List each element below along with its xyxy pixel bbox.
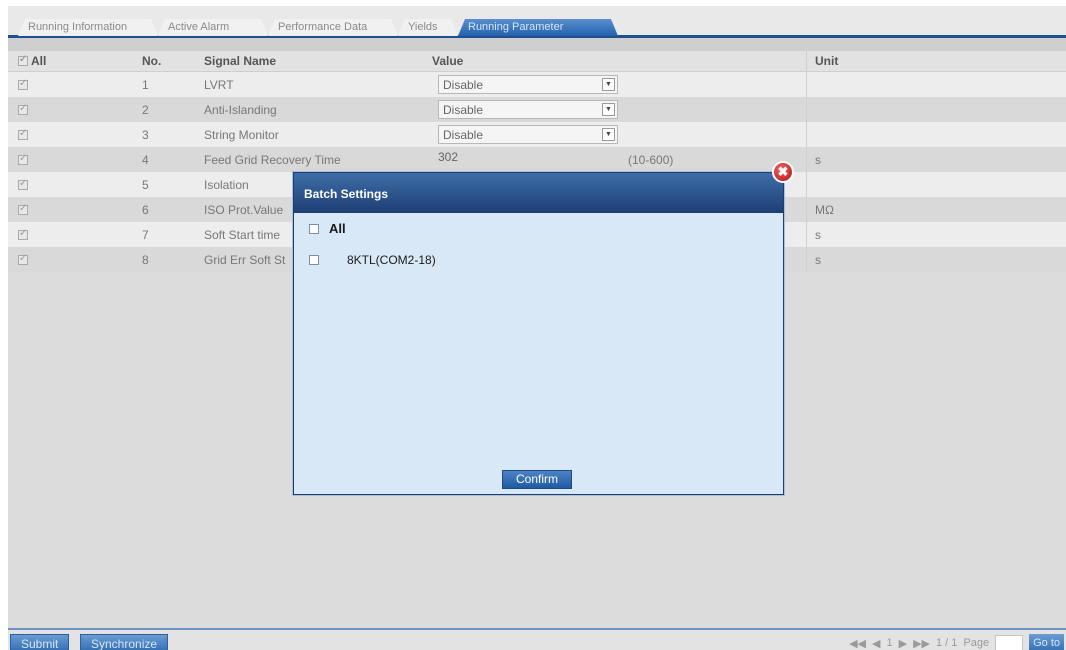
row-checkbox[interactable] [18, 128, 28, 140]
chevron-down-icon[interactable]: ▼ [602, 128, 615, 141]
row-no: 4 [142, 152, 149, 167]
row-no: 8 [142, 252, 149, 267]
submit-button[interactable]: Submit [10, 634, 70, 650]
row-signal-name: String Monitor [204, 127, 279, 142]
table-row: 1 LVRT Disable ▼ [8, 72, 1066, 97]
value-input[interactable]: 302 [438, 150, 458, 164]
table-header: All No. Signal Name Value Unit [8, 51, 1066, 72]
value-select-text: Disable [443, 127, 484, 142]
row-signal-name: ISO Prot.Value [204, 202, 284, 217]
tab-bar: Running Information Active Alarm Perform… [8, 6, 1066, 38]
row-unit: MΩ [806, 197, 1066, 222]
row-checkbox[interactable] [18, 253, 28, 265]
pager: ◀◀ ◀ 1 ▶ ▶▶ 1 / 1 Page Go to [843, 634, 1064, 650]
page-input[interactable] [995, 635, 1024, 650]
next-page-icon[interactable]: ▶ [899, 637, 907, 650]
row-unit: s [806, 222, 1066, 247]
tab-yields[interactable]: Yields [398, 19, 458, 36]
dialog-all-label: All [329, 221, 346, 236]
tab-running-information[interactable]: Running Information [18, 19, 158, 36]
row-no: 7 [142, 227, 149, 242]
header-all-label: All [31, 54, 47, 68]
dialog-title: Batch Settings [294, 173, 783, 213]
header-no: No. [142, 54, 162, 68]
tab-running-parameter[interactable]: Running Parameter [458, 19, 618, 36]
value-select[interactable]: Disable ▼ [438, 125, 618, 144]
goto-button[interactable]: Go to [1029, 634, 1064, 650]
confirm-button[interactable]: Confirm [502, 470, 572, 489]
last-page-icon[interactable]: ▶▶ [913, 637, 930, 650]
row-checkbox[interactable] [18, 228, 28, 240]
page-count: 1 / 1 [935, 637, 958, 649]
tab-performance-data[interactable]: Performance Data [268, 19, 398, 36]
prev-page-icon[interactable]: ◀ [872, 637, 880, 650]
table-row: 2 Anti-Islanding Disable ▼ [8, 97, 1066, 122]
value-select-text: Disable [443, 77, 484, 92]
row-checkbox[interactable] [18, 78, 28, 90]
value-range: (10-600) [628, 152, 674, 167]
row-unit: s [806, 147, 1066, 172]
row-unit [806, 122, 1066, 147]
row-signal-name: Grid Err Soft St [204, 252, 286, 267]
value-select[interactable]: Disable ▼ [438, 75, 618, 94]
dialog-all-checkbox[interactable] [309, 223, 319, 234]
row-signal-name: Feed Grid Recovery Time [204, 152, 341, 167]
value-select[interactable]: Disable ▼ [438, 100, 618, 119]
row-checkbox[interactable] [18, 178, 28, 190]
row-unit [806, 172, 1066, 197]
row-unit [806, 97, 1066, 122]
row-no: 5 [142, 177, 149, 192]
dialog-select-all[interactable]: All [309, 221, 346, 236]
header-unit: Unit [806, 51, 1066, 71]
row-no: 6 [142, 202, 149, 217]
current-page: 1 [886, 637, 893, 649]
synchronize-button[interactable]: Synchronize [80, 634, 169, 650]
table-row: 4 Feed Grid Recovery Time 302 (10-600) s [8, 147, 1066, 172]
row-no: 3 [142, 127, 149, 142]
row-unit: s [806, 247, 1066, 272]
row-signal-name: Anti-Islanding [204, 102, 277, 117]
row-checkbox[interactable] [18, 103, 28, 115]
row-no: 2 [142, 102, 149, 117]
dialog-device-item[interactable]: 8KTL(COM2-18) [309, 253, 436, 267]
row-checkbox[interactable] [18, 153, 28, 165]
header-value: Value [432, 54, 464, 68]
chevron-down-icon[interactable]: ▼ [602, 103, 615, 116]
batch-settings-dialog: Batch Settings ✖ All 8KTL(COM2-18) Confi… [293, 161, 794, 495]
tab-active-alarm[interactable]: Active Alarm [158, 19, 268, 36]
dialog-device-label: 8KTL(COM2-18) [347, 253, 436, 267]
table-row: 3 String Monitor Disable ▼ [8, 122, 1066, 147]
bottom-toolbar: Submit Synchronize ◀◀ ◀ 1 ▶ ▶▶ 1 / 1 Pag… [8, 628, 1066, 650]
row-signal-name: Soft Start time [204, 227, 281, 242]
dialog-device-checkbox[interactable] [309, 255, 319, 265]
first-page-icon[interactable]: ◀◀ [849, 637, 866, 650]
row-no: 1 [142, 77, 149, 92]
select-all-checkbox[interactable] [18, 54, 28, 66]
header-select-all[interactable]: All [18, 51, 46, 71]
row-signal-name: LVRT [204, 77, 234, 92]
header-signal-name: Signal Name [204, 54, 277, 68]
row-unit [806, 72, 1066, 97]
row-checkbox[interactable] [18, 203, 28, 215]
page-label: Page [963, 637, 990, 649]
row-signal-name: Isolation [204, 177, 249, 192]
value-select-text: Disable [443, 102, 484, 117]
chevron-down-icon[interactable]: ▼ [602, 78, 615, 91]
close-icon[interactable]: ✖ [772, 161, 794, 183]
